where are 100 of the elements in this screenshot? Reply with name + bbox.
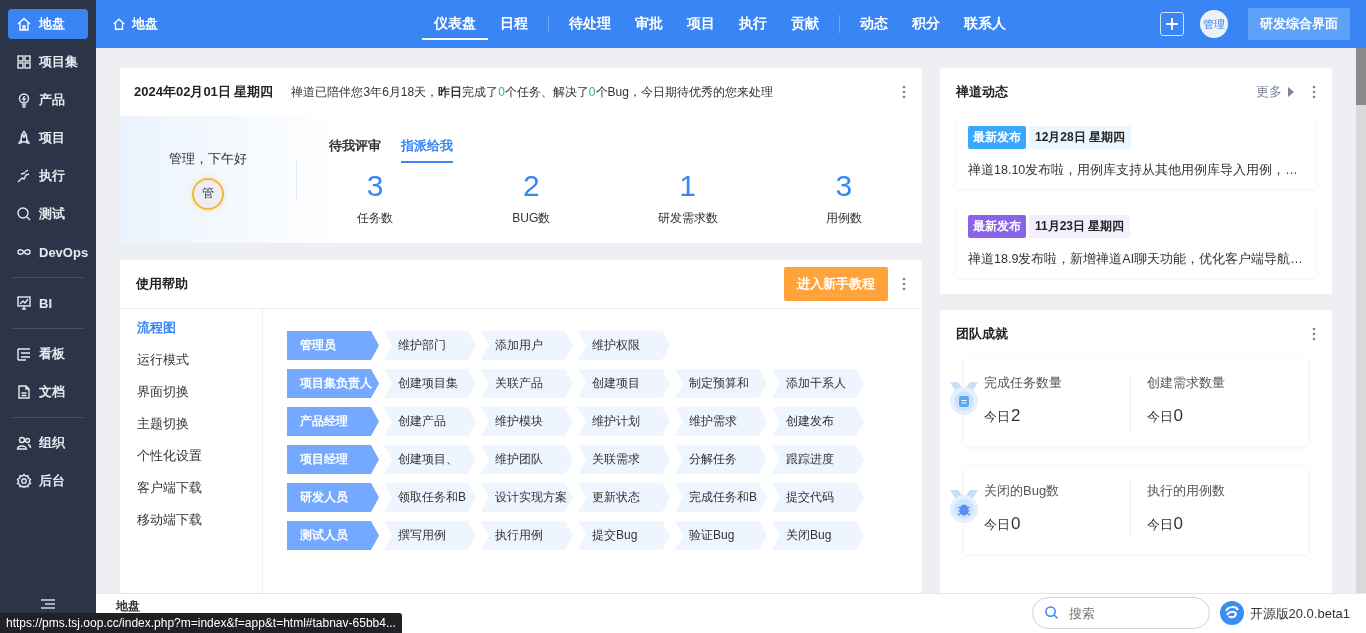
user-avatar: 管 — [192, 177, 224, 210]
more-link[interactable]: 更多 — [1256, 83, 1282, 101]
news-item[interactable]: 最新发布 12月28日 星期四 禅道18.10发布啦，用例库支持从其他用例库导入用例，… — [956, 116, 1316, 189]
help-menu-item[interactable]: 客户端下载 — [137, 477, 262, 498]
sidebar-item[interactable]: 产品 — [8, 85, 88, 115]
flow-step: 维护模块 — [481, 407, 573, 436]
stat-label: 任务数 — [357, 209, 394, 227]
stats-tab[interactable]: 指派给我 — [401, 132, 453, 163]
home-icon — [112, 17, 126, 31]
more-options-icon[interactable] — [1312, 85, 1316, 99]
flow-step: 创建项目集 — [384, 369, 476, 398]
plus-icon — [1165, 17, 1179, 31]
help-menu-item[interactable]: 流程图 — [137, 317, 262, 338]
flow-step: 维护部门 — [384, 331, 476, 360]
nav-tab[interactable]: 待处理 — [557, 0, 623, 48]
nav-tab[interactable]: 动态 — [848, 0, 900, 48]
rocket-icon — [16, 130, 32, 146]
sidebar-item[interactable]: 文档 — [8, 377, 88, 407]
flow-step: 设计实现方案 — [481, 483, 573, 512]
more-options-icon[interactable] — [1312, 327, 1316, 341]
release-tag: 最新发布 — [968, 126, 1026, 149]
nav-tab[interactable]: 日程 — [488, 0, 540, 48]
flow-step: 创建发布 — [772, 407, 864, 436]
sidebar-item[interactable]: 项目集 — [8, 47, 88, 77]
flow-step: 制定预算和 — [675, 369, 767, 398]
role-step: 项目集负责人 — [287, 369, 379, 398]
card-title: 使用帮助 — [136, 275, 189, 293]
logo-icon — [1219, 601, 1244, 625]
sidebar-item[interactable]: 后台 — [8, 466, 88, 496]
flow-step: 维护权限 — [578, 331, 670, 360]
sidebar-item[interactable]: 测试 — [8, 199, 88, 229]
stat-value[interactable]: 1 — [679, 168, 696, 202]
greeting-text: 管理，下午好 — [169, 149, 247, 168]
flow-step: 执行用例 — [481, 521, 573, 550]
role-step: 管理员 — [287, 331, 379, 360]
menu-collapse-icon[interactable] — [40, 599, 56, 609]
flow-step: 跟踪进度 — [772, 445, 864, 474]
more-options-icon[interactable] — [902, 277, 906, 291]
news-text: 禅道18.9发布啦，新增禅道AI聊天功能，优化客户端导航… — [968, 251, 1304, 268]
flow-step: 关闭Bug — [772, 521, 864, 550]
flow-step: 完成任务和B — [675, 483, 767, 512]
flow-step: 创建项目、 — [384, 445, 476, 474]
help-menu-item[interactable]: 个性化设置 — [137, 445, 262, 466]
flow-step: 提交代码 — [772, 483, 864, 512]
caret-icon[interactable] — [1288, 87, 1294, 97]
search-icon — [1043, 605, 1059, 620]
people-icon — [16, 435, 32, 451]
stat-value[interactable]: 2 — [523, 168, 540, 202]
metric-value: 今日 0 — [1146, 514, 1184, 534]
flow-step: 关联需求 — [578, 445, 670, 474]
task-medal-icon — [948, 382, 980, 416]
more-options-icon[interactable] — [902, 85, 906, 99]
scrollbar-thumb[interactable] — [1356, 48, 1366, 105]
add-button[interactable] — [1160, 12, 1184, 36]
board-icon — [16, 346, 32, 362]
sidebar-item[interactable]: 地盘 — [8, 9, 88, 39]
help-menu-item[interactable]: 运行模式 — [137, 349, 262, 370]
release-tag: 最新发布 — [968, 215, 1026, 238]
lightbulb-icon — [16, 92, 32, 108]
news-item[interactable]: 最新发布 11月23日 星期四 禅道18.9发布啦，新增禅道AI聊天功能，优化客户端导航… — [956, 205, 1316, 278]
sidebar-item[interactable]: 组织 — [8, 428, 88, 458]
stat-value[interactable]: 3 — [835, 168, 853, 202]
welcome-message: 禅道已陪伴您3年6月18天，昨日完成了0个任务、解决了0个Bug，今日期待优秀的您来处理 — [291, 83, 774, 101]
sidebar-item[interactable]: DevOps — [8, 237, 88, 267]
bug-medal-icon — [948, 490, 980, 524]
flow-step: 提交Bug — [578, 521, 670, 550]
card-title: 团队成就 — [956, 325, 1009, 343]
date-text: 2024年02月01日 星期四 — [134, 83, 274, 101]
sidebar-item[interactable]: 项目 — [8, 123, 88, 153]
help-menu-item[interactable]: 主题切换 — [137, 413, 262, 434]
nav-tab[interactable]: 积分 — [900, 0, 952, 48]
nav-tab[interactable]: 执行 — [727, 0, 779, 48]
role-step: 研发人员 — [287, 483, 379, 512]
grid-icon — [16, 54, 32, 70]
help-menu-item[interactable]: 移动端下载 — [137, 509, 262, 530]
role-step: 产品经理 — [287, 407, 379, 436]
flow-step: 维护团队 — [481, 445, 573, 474]
flow-step: 撰写用例 — [384, 521, 476, 550]
flow-step: 添加干系人 — [772, 369, 864, 398]
help-menu-item[interactable]: 界面切换 — [137, 381, 262, 402]
sidebar-item[interactable]: 看板 — [8, 339, 88, 369]
breadcrumb[interactable]: 地盘 — [116, 598, 140, 615]
search-field[interactable]: 搜索 — [1031, 597, 1210, 629]
stat-value[interactable]: 3 — [366, 168, 384, 202]
version-text: 开源版20.0.beta1 — [1249, 605, 1350, 623]
page-title: 地盘 — [132, 15, 158, 33]
stats-tab[interactable]: 待我评审 — [329, 132, 381, 163]
metric-label: 关闭的Bug数 — [984, 482, 1061, 500]
flow-step: 分解任务 — [675, 445, 767, 474]
nav-tab[interactable]: 项目 — [675, 0, 727, 48]
sidebar-item[interactable]: BI — [8, 288, 88, 318]
flow-step: 添加用户 — [481, 331, 573, 360]
sidebar-item[interactable]: 执行 — [8, 161, 88, 191]
nav-tab[interactable]: 贡献 — [779, 0, 831, 48]
settings-icon — [16, 473, 32, 489]
nav-tab[interactable]: 联系人 — [952, 0, 1018, 48]
runner-icon — [16, 168, 32, 184]
metric-value: 今日 0 — [1146, 406, 1184, 426]
nav-tab[interactable]: 仪表盘 — [422, 8, 488, 40]
nav-tab[interactable]: 审批 — [623, 0, 675, 48]
